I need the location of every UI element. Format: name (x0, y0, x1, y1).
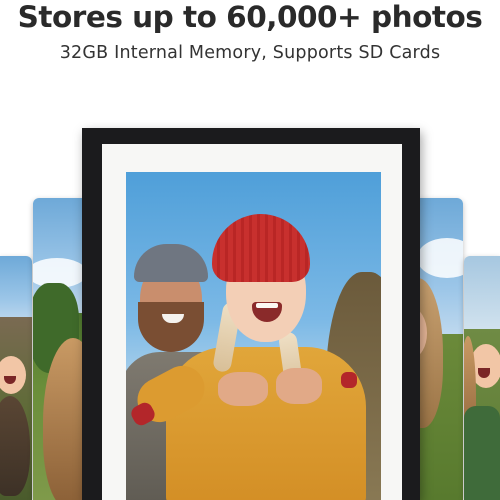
digital-photo-frame (82, 128, 420, 500)
side-photo-right-outer (464, 256, 500, 500)
family-photo (126, 172, 381, 500)
headline: Stores up to 60,000+ photos (17, 0, 483, 34)
frame-mat (102, 144, 402, 500)
side-photo-left-outer (0, 256, 32, 500)
subheadline: 32GB Internal Memory, Supports SD Cards (59, 43, 441, 63)
